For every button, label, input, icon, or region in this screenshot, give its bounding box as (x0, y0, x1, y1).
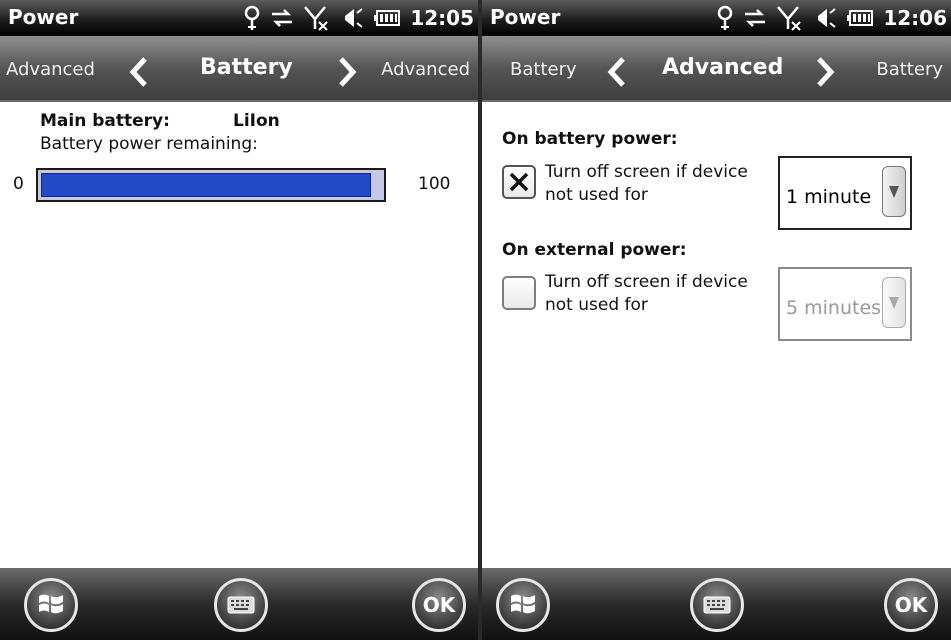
speaker-icon[interactable] (340, 7, 364, 29)
triangle-down-icon (889, 186, 899, 198)
battery-min-label: 0 (13, 174, 24, 194)
battery-progress-bar (36, 168, 386, 202)
battery-type: LiIon (233, 111, 280, 131)
sync-icon[interactable] (743, 7, 767, 29)
keyboard-icon (227, 596, 255, 614)
battery-timeout-value: 1 minute (786, 186, 872, 208)
battery-icon[interactable] (374, 9, 401, 27)
battery-timeout-dropdown[interactable]: 1 minute (778, 156, 912, 230)
status-icons: 12:06 (717, 3, 947, 33)
start-button[interactable] (24, 578, 78, 632)
tab-next-advanced[interactable]: Advanced (381, 59, 470, 80)
app-title: Power (8, 5, 79, 29)
battery-screen-off-checkbox[interactable] (502, 165, 536, 199)
no-signal-icon[interactable] (777, 5, 803, 31)
external-timeout-value: 5 minutes (786, 297, 882, 319)
keyboard-icon (703, 596, 731, 614)
dropdown-arrow-button[interactable] (882, 166, 906, 217)
speaker-icon[interactable] (813, 7, 837, 29)
chevron-right-icon[interactable] (814, 56, 836, 88)
app-title: Power (490, 5, 561, 29)
battery-progress-fill (41, 173, 371, 197)
keyboard-button[interactable] (214, 578, 268, 632)
windows-start-icon (39, 594, 63, 614)
antenna-icon[interactable] (244, 5, 260, 31)
battery-power-section-label: On battery power: (502, 129, 678, 149)
external-screen-off-checkbox[interactable] (502, 276, 536, 310)
windows-start-icon (511, 594, 535, 614)
external-checkbox-label-line1[interactable]: Turn off screen if device (545, 272, 748, 292)
tab-header: Battery Advanced Battery (482, 36, 951, 102)
check-x-icon (509, 172, 529, 192)
tab-next-battery[interactable]: Battery (876, 59, 943, 80)
tab-current-advanced: Advanced (662, 55, 784, 80)
battery-screen: Power 12:05 Advanced Battery Advanced Ma… (0, 0, 478, 640)
main-battery-label: Main battery: (40, 111, 170, 131)
battery-checkbox-label-line1[interactable]: Turn off screen if device (545, 162, 748, 182)
status-bar: Power 12:05 (0, 0, 478, 36)
chevron-right-icon[interactable] (336, 56, 358, 88)
ok-button[interactable]: OK (412, 578, 466, 632)
tab-header: Advanced Battery Advanced (0, 36, 478, 102)
external-timeout-dropdown: 5 minutes (778, 267, 912, 341)
softkey-bar: OK (482, 568, 951, 640)
battery-icon[interactable] (847, 9, 874, 27)
tab-prev-advanced[interactable]: Advanced (6, 59, 95, 80)
antenna-icon[interactable] (717, 5, 733, 31)
no-signal-icon[interactable] (304, 5, 330, 31)
softkey-bar: OK (0, 568, 478, 640)
chevron-left-icon[interactable] (606, 56, 628, 88)
battery-remaining-label: Battery power remaining: (40, 134, 258, 154)
advanced-screen: Power 12:06 Battery Advanced Battery On … (482, 0, 951, 640)
external-power-section-label: On external power: (502, 240, 687, 260)
clock: 12:06 (883, 6, 947, 30)
start-button[interactable] (496, 578, 550, 632)
sync-icon[interactable] (270, 7, 294, 29)
triangle-down-icon (889, 297, 899, 309)
status-icons: 12:05 (244, 3, 474, 33)
chevron-left-icon[interactable] (128, 56, 150, 88)
tab-prev-battery[interactable]: Battery (510, 59, 577, 80)
tab-current-battery: Battery (200, 55, 293, 80)
status-bar: Power 12:06 (482, 0, 951, 36)
clock: 12:05 (410, 6, 474, 30)
battery-checkbox-label-line2[interactable]: not used for (545, 185, 648, 205)
battery-max-label: 100 (418, 174, 451, 194)
dropdown-arrow-button (882, 277, 906, 328)
keyboard-button[interactable] (690, 578, 744, 632)
external-checkbox-label-line2[interactable]: not used for (545, 295, 648, 315)
ok-button[interactable]: OK (884, 578, 938, 632)
